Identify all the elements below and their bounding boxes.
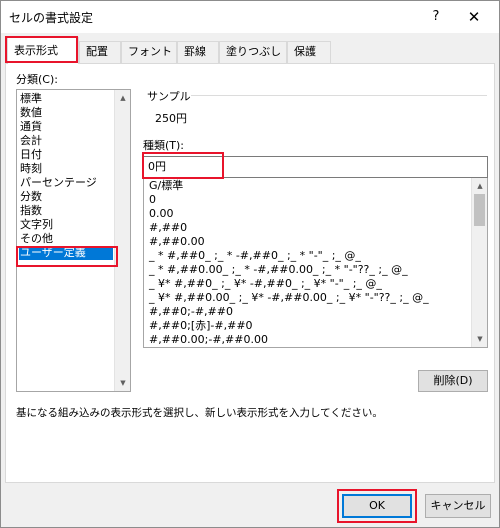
type-label: 種類(T): — [143, 139, 185, 152]
scroll-up-icon[interactable]: ▲ — [472, 178, 487, 194]
help-button[interactable]: ? — [421, 4, 451, 30]
category-item[interactable]: 文字列 — [20, 218, 53, 232]
description-text: 基になる組み込みの表示形式を選択し、新しい表示形式を入力してください。 — [16, 407, 383, 419]
footer-divider — [5, 485, 495, 486]
sample-value: 250円 — [155, 112, 187, 125]
format-item[interactable]: _ ¥* #,##0_ ;_ ¥* -#,##0_ ;_ ¥* "-"_ ;_ … — [149, 277, 382, 291]
format-item[interactable]: G/標準 — [149, 179, 183, 193]
tab-number-format[interactable]: 表示形式 — [7, 37, 79, 64]
cancel-button[interactable]: キャンセル — [425, 494, 491, 518]
category-item[interactable]: 指数 — [20, 204, 42, 218]
format-item[interactable]: #,##0.00 — [149, 235, 205, 249]
scroll-up-icon[interactable]: ▲ — [115, 90, 130, 106]
format-list[interactable]: G/標準 0 0.00 #,##0 #,##0.00 _ * #,##0_ ;_… — [143, 178, 488, 348]
title-bar: セルの書式設定 ? ✕ — [1, 1, 499, 33]
category-item[interactable]: 数値 — [20, 106, 42, 120]
tab-border[interactable]: 罫線 — [177, 41, 219, 63]
category-item[interactable]: 時刻 — [20, 162, 42, 176]
category-item[interactable]: その他 — [20, 232, 53, 246]
category-item[interactable]: 分数 — [20, 190, 42, 204]
category-item[interactable]: 通貨 — [20, 120, 42, 134]
category-list[interactable]: 標準 数値 通貨 会計 日付 時刻 パーセンテージ 分数 指数 文字列 その他 … — [16, 89, 131, 392]
delete-button[interactable]: 削除(D) — [418, 370, 488, 392]
close-button[interactable]: ✕ — [457, 4, 491, 30]
format-item[interactable]: _ * #,##0_ ;_ * -#,##0_ ;_ * "-"_ ;_ @_ — [149, 249, 361, 263]
format-item[interactable]: #,##0 — [149, 221, 187, 235]
dialog-title: セルの書式設定 — [9, 11, 94, 25]
format-item[interactable]: _ ¥* #,##0.00_ ;_ ¥* -#,##0.00_ ;_ ¥* "-… — [149, 291, 429, 305]
ok-button[interactable]: OK — [342, 494, 412, 518]
tab-bar: 表示形式 配置 フォント 罫線 塗りつぶし 保護 — [5, 37, 495, 64]
format-item[interactable]: #,##0;-#,##0 — [149, 305, 233, 319]
sample-group: サンプル 250円 — [143, 86, 488, 130]
category-item[interactable]: 会計 — [20, 134, 42, 148]
tab-fill[interactable]: 塗りつぶし — [219, 41, 287, 63]
sample-divider — [191, 95, 487, 96]
tab-alignment[interactable]: 配置 — [79, 41, 121, 63]
format-item[interactable]: _ * #,##0.00_ ;_ * -#,##0.00_ ;_ * "-"??… — [149, 263, 408, 277]
tab-protection[interactable]: 保護 — [287, 41, 331, 63]
format-item[interactable]: 0 — [149, 193, 156, 207]
category-item[interactable]: 日付 — [20, 148, 42, 162]
sample-label: サンプル — [147, 90, 191, 103]
format-cells-dialog: セルの書式設定 ? ✕ 表示形式 配置 フォント 罫線 塗りつぶし 保護 分類(… — [0, 0, 500, 528]
format-item[interactable]: 0.00 — [149, 207, 174, 221]
format-scrollbar[interactable]: ▲ ▼ — [471, 178, 487, 347]
format-item[interactable]: #,##0.00;-#,##0.00 — [149, 333, 268, 347]
scroll-down-icon[interactable]: ▼ — [472, 331, 487, 347]
scroll-thumb[interactable] — [474, 194, 485, 226]
category-item[interactable]: 標準 — [20, 92, 42, 106]
category-item-selected[interactable]: ユーザー定義 — [19, 246, 113, 260]
category-item[interactable]: パーセンテージ — [20, 176, 97, 190]
category-scrollbar[interactable]: ▲ ▼ — [114, 90, 130, 391]
tab-font[interactable]: フォント — [121, 41, 177, 63]
type-input[interactable]: 0円 — [143, 156, 488, 178]
format-item[interactable]: #,##0;[赤]-#,##0 — [149, 319, 253, 333]
category-label: 分類(C): — [16, 73, 58, 86]
scroll-down-icon[interactable]: ▼ — [115, 375, 130, 391]
tab-panel: 分類(C): 標準 数値 通貨 会計 日付 時刻 パーセンテージ 分数 指数 文… — [5, 63, 495, 483]
